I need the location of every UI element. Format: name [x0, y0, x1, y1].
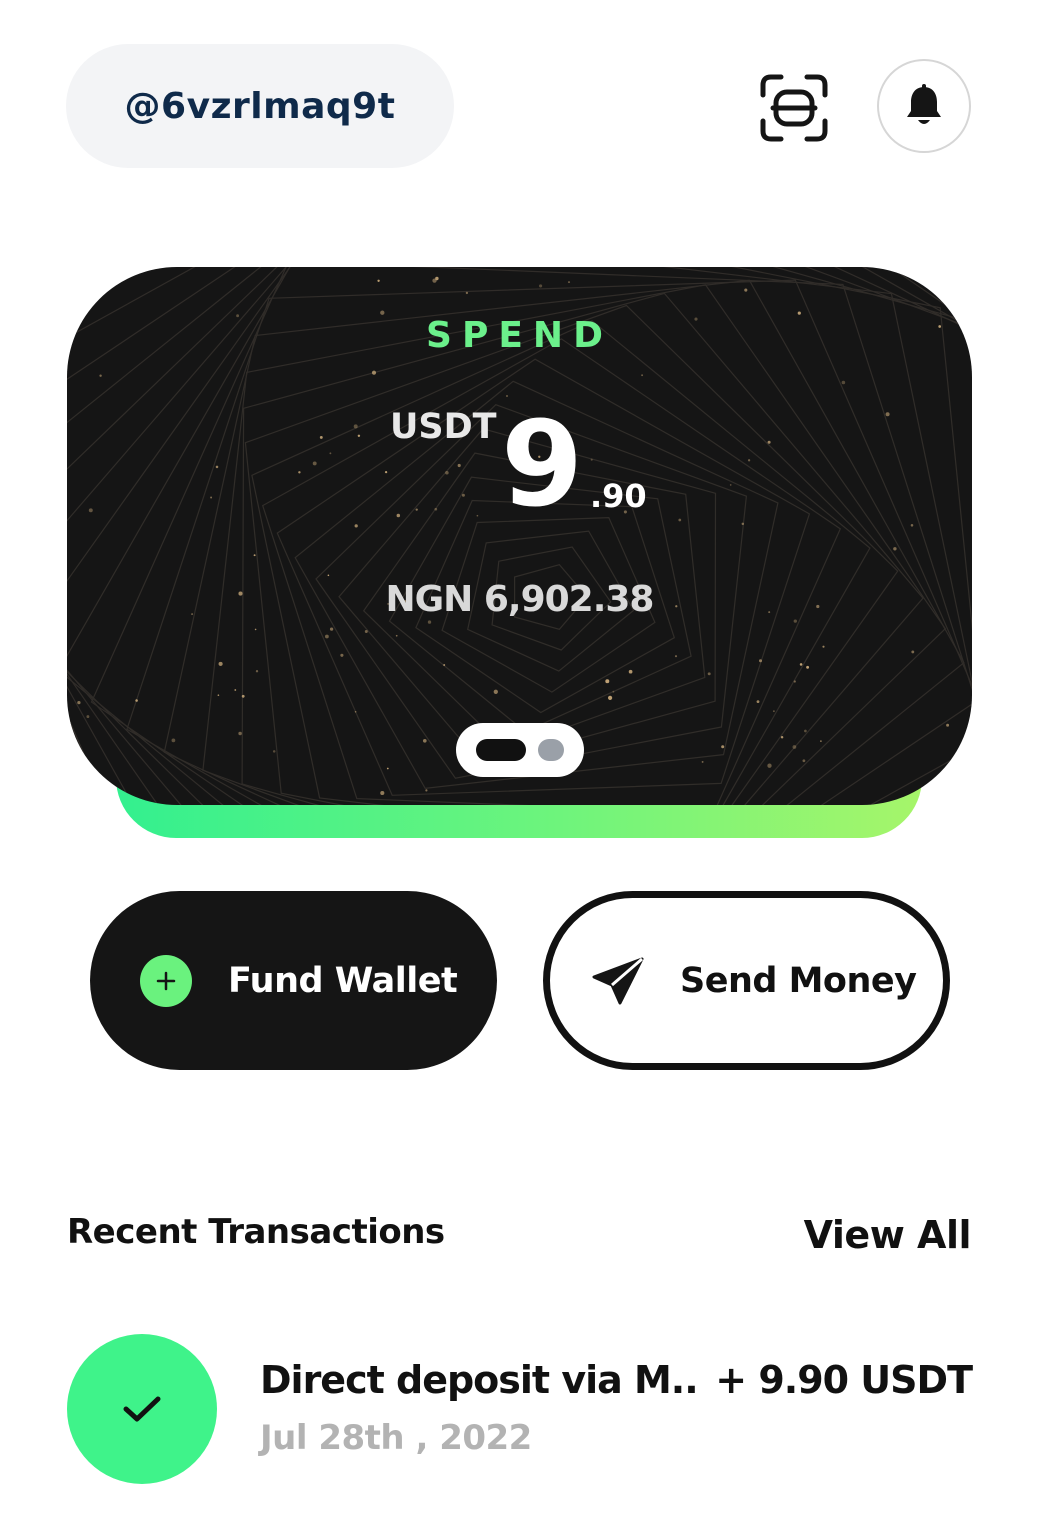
- transaction-row[interactable]: Direct deposit via M... + 9.90 USDT Jul …: [67, 1334, 973, 1486]
- view-all-link[interactable]: View All: [804, 1213, 972, 1257]
- username-pill[interactable]: @6vzrlmaq9t: [66, 44, 454, 168]
- recent-transactions-title: Recent Transactions: [67, 1212, 445, 1252]
- bell-icon: [907, 84, 941, 124]
- currency-label: USDT: [390, 407, 497, 447]
- balance-amount: 9: [501, 395, 584, 533]
- balance-decimal: .90: [590, 477, 647, 515]
- scan-icon: [760, 74, 828, 142]
- notifications-button[interactable]: [877, 59, 971, 153]
- transaction-description: Direct deposit via M...: [260, 1358, 700, 1402]
- send-icon: [592, 957, 644, 1004]
- fund-wallet-label: Fund Wallet: [228, 960, 458, 1001]
- transaction-date: Jul 28th , 2022: [260, 1418, 532, 1458]
- pager-dot[interactable]: [538, 739, 564, 761]
- send-money-button[interactable]: Send Money: [543, 891, 950, 1070]
- wallet-type-label: SPEND: [426, 315, 613, 356]
- fund-wallet-button[interactable]: Fund Wallet: [90, 891, 497, 1070]
- send-money-label: Send Money: [680, 960, 917, 1001]
- fiat-equivalent: NGN 6,902.38: [385, 579, 655, 620]
- pager-dot-active[interactable]: [476, 739, 526, 761]
- balance-card[interactable]: SPEND USDT 9 .90 NGN 6,902.38: [67, 267, 972, 805]
- plus-icon: [140, 954, 192, 1007]
- username: @6vzrlmaq9t: [124, 85, 396, 127]
- card-pager[interactable]: [456, 723, 584, 777]
- scan-button[interactable]: [752, 66, 836, 150]
- check-icon: [67, 1334, 217, 1484]
- transaction-amount: + 9.90 USDT: [715, 1358, 973, 1402]
